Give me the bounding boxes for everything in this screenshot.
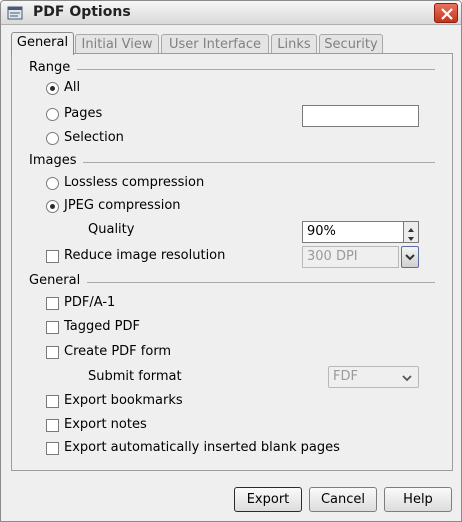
range-pages-radio[interactable]: [46, 108, 59, 121]
tab-general[interactable]: General: [11, 32, 74, 55]
tab-links[interactable]: Links: [271, 34, 317, 54]
close-button[interactable]: [434, 3, 458, 23]
chevron-down-icon: [402, 375, 412, 382]
images-heading: Images: [29, 153, 77, 168]
create-form-label[interactable]: Create PDF form: [64, 344, 171, 359]
cancel-button[interactable]: Cancel: [309, 487, 377, 512]
quality-spinner[interactable]: [404, 221, 419, 243]
resolution-dropdown-button[interactable]: [401, 246, 419, 268]
reduce-resolution-checkbox[interactable]: [46, 250, 59, 263]
general-divider: [87, 282, 435, 283]
resolution-select[interactable]: 300 DPI: [302, 246, 399, 268]
submit-format-select[interactable]: FDF: [328, 366, 419, 388]
title-bar[interactable]: PDF Options: [1, 1, 461, 25]
lossless-compression-label[interactable]: Lossless compression: [64, 175, 204, 190]
submit-format-value: FDF: [333, 369, 358, 384]
pages-input[interactable]: [302, 105, 419, 127]
range-selection-label[interactable]: Selection: [64, 130, 124, 145]
export-blank-pages-checkbox[interactable]: [46, 442, 59, 455]
tagged-pdf-checkbox[interactable]: [46, 321, 59, 334]
range-all-label[interactable]: All: [64, 80, 80, 95]
tagged-pdf-label[interactable]: Tagged PDF: [64, 319, 140, 334]
quality-label: Quality: [88, 222, 135, 237]
jpeg-compression-label[interactable]: JPEG compression: [64, 198, 181, 213]
quality-input[interactable]: 90%: [302, 221, 404, 243]
spin-up-icon[interactable]: [404, 223, 418, 233]
help-button[interactable]: Help: [384, 487, 452, 512]
export-notes-label[interactable]: Export notes: [64, 417, 147, 432]
submit-format-label: Submit format: [88, 369, 182, 384]
export-blank-pages-label[interactable]: Export automatically inserted blank page…: [64, 440, 340, 455]
pdfa-label[interactable]: PDF/A-1: [64, 295, 115, 310]
create-form-checkbox[interactable]: [46, 346, 59, 359]
range-selection-radio[interactable]: [46, 132, 59, 145]
tab-initial-view[interactable]: Initial View: [75, 34, 159, 54]
close-icon: [441, 8, 453, 20]
tab-security[interactable]: Security: [319, 34, 383, 54]
pdfa-checkbox[interactable]: [46, 297, 59, 310]
lossless-compression-radio[interactable]: [46, 177, 59, 190]
export-notes-checkbox[interactable]: [46, 419, 59, 432]
reduce-resolution-label[interactable]: Reduce image resolution: [64, 248, 225, 263]
spin-down-icon[interactable]: [404, 233, 418, 243]
export-bookmarks-label[interactable]: Export bookmarks: [64, 393, 183, 408]
jpeg-compression-radio[interactable]: [46, 200, 59, 213]
application-icon: [7, 6, 23, 20]
window-title: PDF Options: [33, 4, 131, 20]
range-heading: Range: [29, 60, 71, 75]
range-all-radio[interactable]: [46, 82, 59, 95]
range-divider: [77, 69, 435, 70]
general-heading: General: [29, 273, 81, 288]
chevron-down-icon: [405, 254, 415, 261]
export-bookmarks-checkbox[interactable]: [46, 395, 59, 408]
pdf-options-dialog: PDF Options General Initial View User In…: [0, 0, 462, 522]
tab-user-interface[interactable]: User Interface: [161, 34, 269, 54]
export-button[interactable]: Export: [234, 487, 302, 512]
range-pages-label[interactable]: Pages: [64, 106, 102, 121]
images-divider: [83, 162, 435, 163]
